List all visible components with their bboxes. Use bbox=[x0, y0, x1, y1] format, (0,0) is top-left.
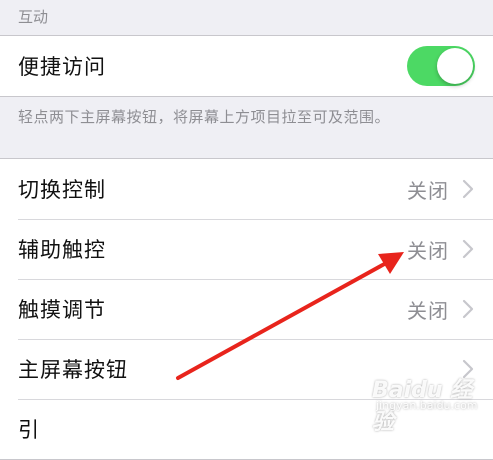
chevron-right-icon bbox=[462, 239, 474, 259]
list-item-label: 触摸调节 bbox=[18, 298, 106, 322]
reachability-row[interactable]: 便捷访问 bbox=[0, 36, 493, 96]
list-item-label: 主屏幕按钮 bbox=[18, 358, 128, 382]
section-header-interaction: 互动 bbox=[18, 8, 49, 26]
chevron-right-icon bbox=[462, 299, 474, 319]
reachability-footer-note: 轻点两下主屏幕按钮，将屏幕上方项目拉至可及范围。 bbox=[18, 108, 391, 126]
reachability-label: 便捷访问 bbox=[18, 55, 106, 79]
list-item-value: 关闭 bbox=[407, 178, 449, 203]
list-item-value: 关闭 bbox=[407, 298, 449, 323]
chevron-right-icon bbox=[462, 179, 474, 199]
list-item-label: 辅助触控 bbox=[18, 238, 106, 262]
watermark-url: jingyan.baidu.com bbox=[376, 399, 478, 412]
list-item-label: 切换控制 bbox=[18, 178, 106, 202]
toggle-knob bbox=[437, 48, 473, 84]
list-item-assistive-touch[interactable]: 辅助触控 关闭 bbox=[0, 219, 493, 279]
watermark: Baidu 经验 jingyan.baidu.com bbox=[372, 372, 490, 435]
reachability-group: 便捷访问 bbox=[0, 35, 493, 97]
list-item-touch-accommodations[interactable]: 触摸调节 关闭 bbox=[0, 279, 493, 339]
list-item-switch-control[interactable]: 切换控制 关闭 bbox=[0, 159, 493, 219]
list-item-value: 关闭 bbox=[407, 238, 449, 263]
reachability-toggle[interactable] bbox=[407, 46, 475, 86]
list-item-label: 引 bbox=[18, 418, 40, 442]
